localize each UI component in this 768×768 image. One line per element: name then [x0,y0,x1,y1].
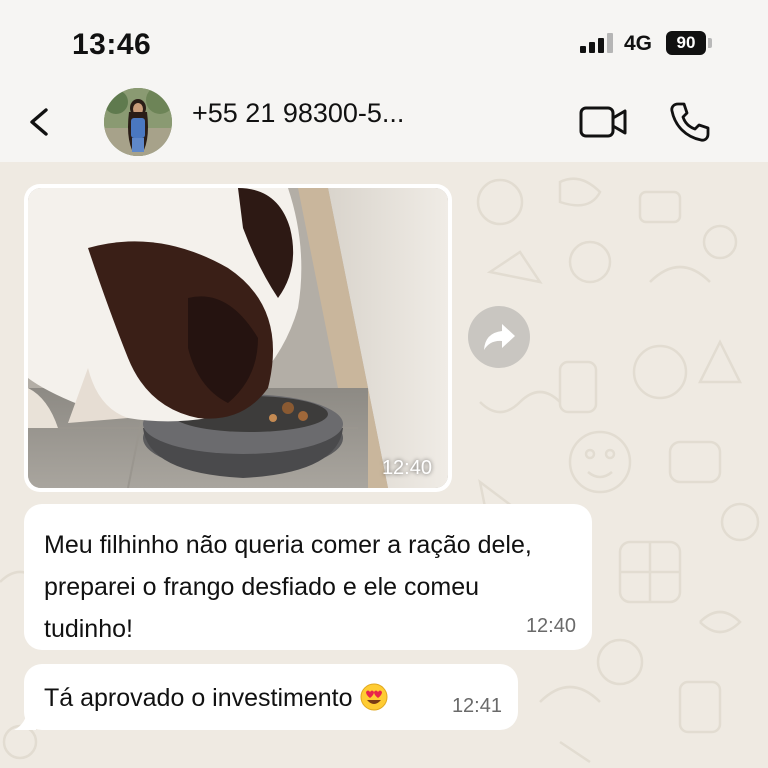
avatar[interactable] [104,88,172,156]
contact-name[interactable]: +55 21 98300-5... [192,98,404,129]
message-time: 12:41 [451,695,502,717]
status-bar: 13:46 4G 90 [0,0,768,80]
battery-icon: 90 [666,31,706,55]
avatar-image [104,88,172,156]
message-text: Tá aprovado o investimento [44,684,353,712]
status-time: 13:46 [72,28,152,61]
message-time: 12:40 [381,457,432,479]
text-message[interactable]: Meu filhinho não queria comer a ração de… [24,504,592,650]
chat-header: +55 21 98300-5... [0,80,768,162]
message-content: Tá aprovado o investimento [44,682,389,713]
image-message[interactable]: 12:40 [24,184,452,492]
text-message[interactable]: Tá aprovado o investimento 12:41 [24,664,518,730]
video-call-button[interactable] [578,102,630,142]
bubble-tail [14,708,36,730]
photo[interactable]: 12:40 [28,188,448,488]
battery-cap [708,38,712,48]
message-text: Meu filhinho não queria comer a ração de… [44,531,532,643]
heart-eyes-emoji-icon [360,683,388,711]
phone-icon [670,102,710,142]
chat-area[interactable]: 12:40 Meu filhinho não queria comer a ra… [0,162,768,768]
video-camera-icon [579,106,627,138]
back-button[interactable] [24,100,60,144]
battery-level: 90 [676,33,696,52]
chevron-left-icon [30,108,48,136]
network-type: 4G [624,32,653,55]
forward-button[interactable] [468,306,530,368]
signal-strength-icon [580,33,614,53]
message-time: 12:40 [525,615,576,637]
forward-arrow-icon [484,324,515,350]
dog-photo [28,188,448,488]
voice-call-button[interactable] [668,100,712,144]
